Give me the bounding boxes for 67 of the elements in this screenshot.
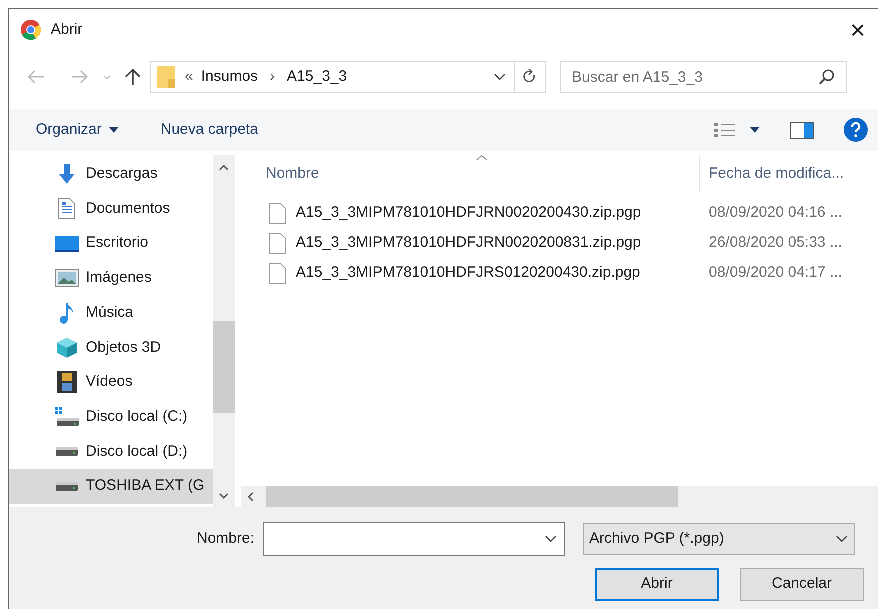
picture-icon (55, 269, 79, 288)
scroll-up-icon[interactable] (219, 165, 229, 171)
path-separator: › (270, 66, 276, 87)
scrollbar-thumb[interactable] (213, 321, 235, 413)
file-icon (269, 262, 286, 284)
close-button[interactable]: × (840, 12, 876, 48)
sort-caret-icon (476, 155, 488, 161)
column-header[interactable]: Fecha de modifica... (700, 155, 878, 193)
path-segment[interactable]: Insumos (201, 66, 258, 88)
dropdown-icon (836, 535, 848, 543)
folder-icon (157, 66, 175, 88)
search-field[interactable]: Buscar en A15_3_3 (560, 61, 847, 93)
horizontal-scrollbar[interactable] (241, 486, 878, 507)
film-icon (57, 371, 77, 394)
sidebar-item[interactable]: Disco local (D:) (9, 434, 213, 470)
sidebar-item[interactable]: Música (9, 296, 213, 330)
file-icon (269, 232, 286, 254)
new-folder-button[interactable]: Nueva carpeta (160, 118, 258, 142)
caret-icon[interactable] (750, 127, 760, 133)
sidebar-item[interactable]: Vídeos (9, 365, 213, 400)
up-arrow-icon[interactable] (125, 68, 141, 86)
scrollbar-thumb[interactable] (266, 486, 678, 507)
file-name-field[interactable] (262, 522, 565, 556)
file-date: 26/08/2020 05:33 ... (708, 232, 842, 253)
file-date: 08/09/2020 04:17 ... (708, 262, 842, 283)
music-note-icon (59, 302, 75, 324)
view-options-icon[interactable] (714, 122, 738, 138)
scroll-left-icon[interactable] (248, 492, 254, 502)
desktop-icon (55, 234, 79, 253)
sidebar-item[interactable]: Escritorio (9, 226, 213, 262)
file-name[interactable]: A15_3_3MIPM781010HDFJRN0020200430.zip.pgp (296, 202, 642, 224)
sidebar-item[interactable]: Objetos 3D (9, 330, 213, 366)
vertical-scrollbar[interactable] (213, 155, 235, 507)
search-icon (819, 69, 835, 85)
sidebar-item[interactable]: Disco local (C:) (9, 400, 213, 434)
help-icon[interactable] (844, 118, 868, 142)
file-icon (269, 202, 286, 224)
chrome-logo-icon (21, 20, 41, 40)
file-name[interactable]: A15_3_3MIPM781010HDFJRN0020200831.zip.pgp (296, 232, 642, 254)
drive-icon (56, 482, 78, 492)
caret-icon (108, 127, 119, 133)
file-type-dropdown[interactable]: Archivo PGP (*.pgp) (582, 523, 855, 555)
column-header[interactable]: Nombre (241, 155, 700, 193)
down-arrow-icon (56, 163, 78, 186)
address-bar[interactable]: « Insumos › A15_3_3 (150, 61, 546, 93)
window-title: Abrir (51, 20, 83, 40)
sidebar-item[interactable]: Descargas (9, 157, 213, 192)
sidebar-item[interactable]: TOSHIBA EXT (G (9, 469, 213, 504)
path-overflow[interactable]: « (185, 66, 194, 88)
preview-pane-icon[interactable] (790, 122, 814, 138)
scroll-down-icon[interactable] (219, 493, 229, 499)
file-date: 08/09/2020 04:16 ... (708, 202, 842, 223)
system-drive-icon (55, 407, 79, 428)
sidebar-item[interactable]: Imágenes (9, 261, 213, 296)
dropdown-icon (544, 535, 557, 543)
organize-menu[interactable]: Organizar (36, 118, 119, 142)
sidebar-item[interactable]: Documentos (9, 192, 213, 226)
path-segment[interactable]: A15_3_3 (287, 66, 348, 88)
cancel-button[interactable]: Cancelar (740, 568, 864, 601)
refresh-icon[interactable] (523, 69, 537, 85)
cube-icon (56, 336, 78, 359)
document-icon (58, 198, 76, 220)
drive-icon (56, 447, 78, 456)
file-name[interactable]: A15_3_3MIPM781010HDFJRS0120200430.zip.pgp (296, 262, 640, 284)
file-name-label: Nombre: (197, 528, 255, 549)
open-button[interactable]: Abrir (595, 568, 719, 601)
history-dropdown-icon (494, 73, 506, 81)
